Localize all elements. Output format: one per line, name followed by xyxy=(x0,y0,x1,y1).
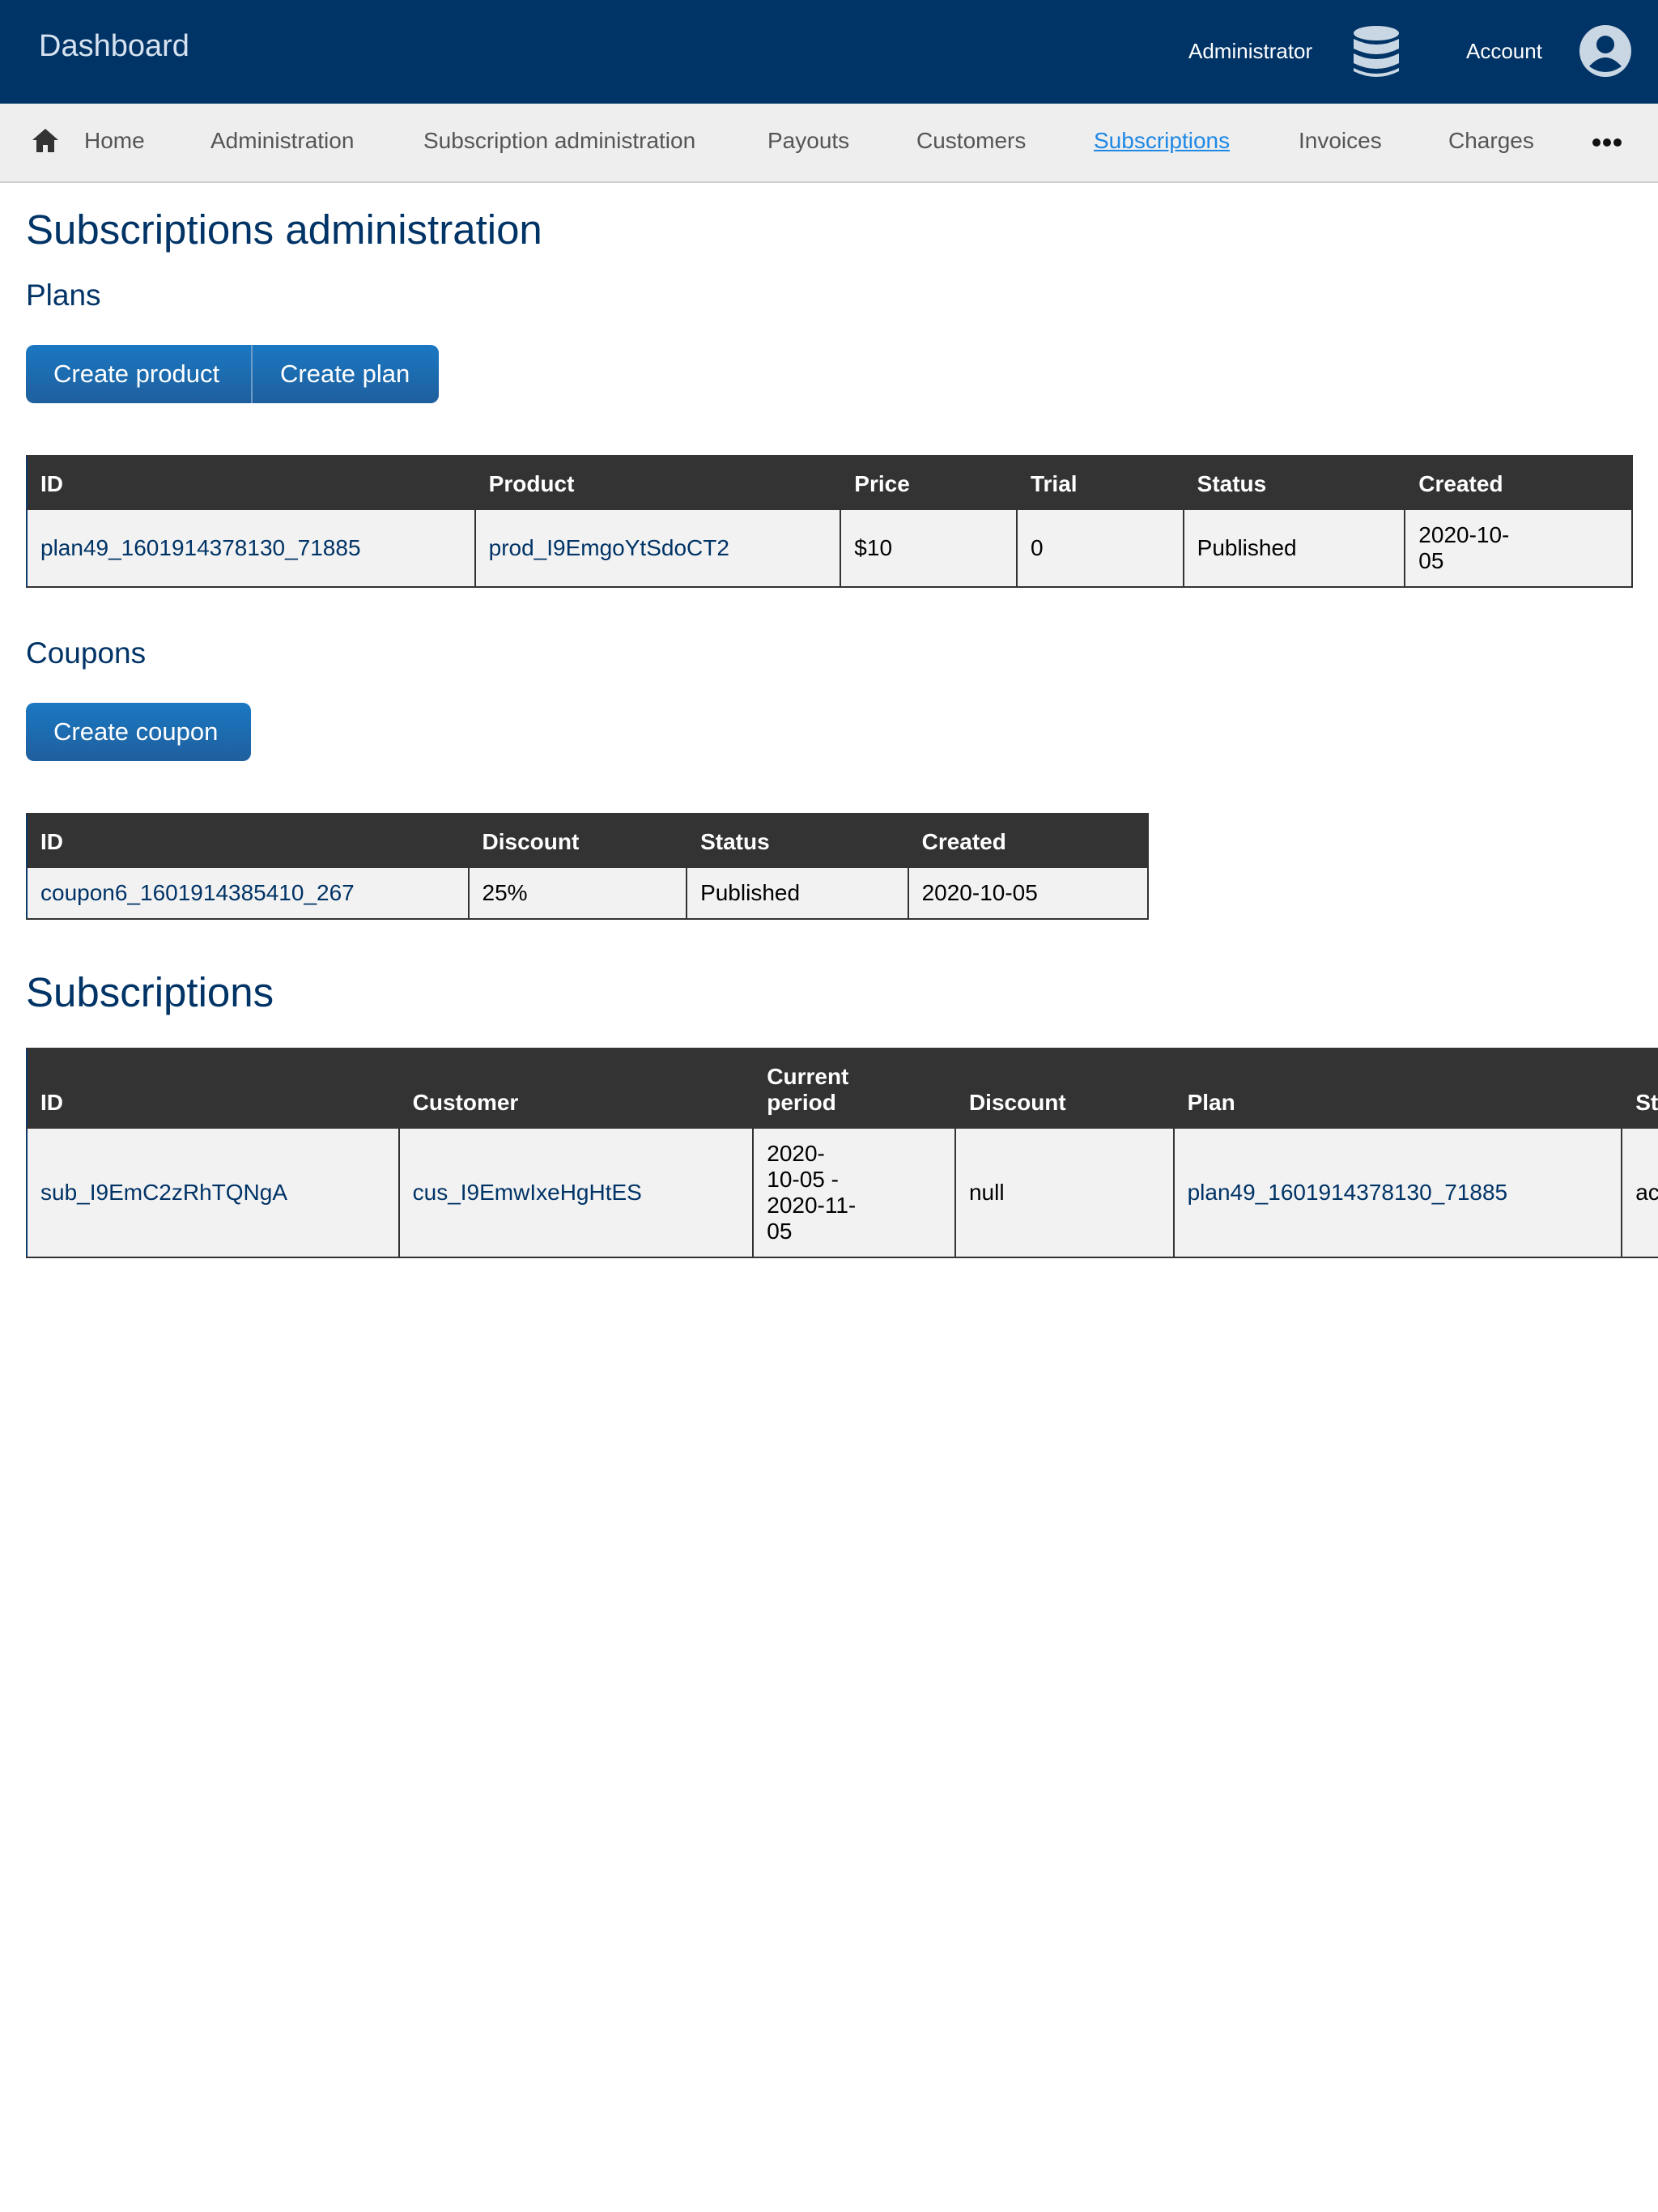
table-row: sub_I9EmC2zRhTQNgA cus_I9EmwIxeHgHtES 20… xyxy=(26,1127,1658,1258)
nav-item-payouts[interactable]: Payouts xyxy=(767,128,849,154)
account-link[interactable]: Account xyxy=(1466,39,1542,64)
nav-item-subscription-administration[interactable]: Subscription administration xyxy=(423,128,695,154)
subscriptions-heading: Subscriptions xyxy=(26,969,274,1015)
column-header[interactable]: Current period xyxy=(752,1048,956,1129)
column-header[interactable]: Status xyxy=(686,813,909,868)
column-header[interactable]: Customer xyxy=(397,1048,755,1129)
plans-heading: Plans xyxy=(26,279,101,312)
plan-status: Published xyxy=(1182,508,1406,588)
nav-item-home[interactable]: Home xyxy=(84,128,145,154)
column-header[interactable]: Created xyxy=(907,813,1150,868)
nav-item-customers[interactable]: Customers xyxy=(916,128,1026,154)
create-plan-button[interactable]: Create plan xyxy=(251,345,439,403)
column-header[interactable]: Price xyxy=(840,455,1018,510)
home-icon[interactable] xyxy=(31,126,60,155)
column-header-text: Current period xyxy=(767,1064,849,1115)
plan-created-text: 2020-10-05 xyxy=(1418,522,1510,573)
column-header[interactable]: ID xyxy=(26,1048,400,1129)
administrator-link[interactable]: Administrator xyxy=(1188,39,1312,64)
column-header[interactable]: Discount xyxy=(467,813,688,868)
plan-trial: 0 xyxy=(1015,508,1184,588)
nav-item-invoices[interactable]: Invoices xyxy=(1299,128,1382,154)
column-header[interactable]: Plan xyxy=(1172,1048,1623,1129)
page-title: Subscriptions administration xyxy=(26,206,542,253)
database-icon[interactable] xyxy=(1350,24,1402,79)
coupon-id-link[interactable]: coupon6_1601914385410_267 xyxy=(40,880,355,905)
create-product-button[interactable]: Create product xyxy=(26,345,251,403)
create-coupon-button[interactable]: Create coupon xyxy=(26,703,251,761)
plan-id-link[interactable]: plan49_1601914378130_71885 xyxy=(40,535,361,560)
table-header-row: ID Product Price Trial Status Created xyxy=(26,455,1633,510)
table-header-row: ID Customer Current period Discount Plan… xyxy=(26,1048,1658,1129)
more-icon[interactable] xyxy=(1592,136,1622,149)
subscription-id-link[interactable]: sub_I9EmC2zRhTQNgA xyxy=(40,1180,287,1205)
current-period-text: 2020-10-05 - 2020-11-05 xyxy=(767,1141,857,1244)
column-header[interactable]: ID xyxy=(26,455,476,510)
nav-item-administration[interactable]: Administration xyxy=(210,128,354,154)
subscriptions-table-viewport: ID Customer Current period Discount Plan… xyxy=(26,1048,1658,1261)
nav-item-subscriptions[interactable]: Subscriptions xyxy=(1094,128,1230,154)
column-header[interactable]: Trial xyxy=(1015,455,1184,510)
plan-created: 2020-10-05 xyxy=(1404,508,1633,588)
top-bar: Dashboard Administrator Account xyxy=(0,0,1658,104)
current-period-cell: 2020-10-05 - 2020-11-05 xyxy=(752,1127,956,1258)
column-header[interactable]: Discount xyxy=(954,1048,1175,1129)
plans-button-group: Create product Create plan xyxy=(26,345,439,403)
customer-id-link[interactable]: cus_I9EmwIxeHgHtES xyxy=(413,1180,642,1205)
column-header[interactable]: St xyxy=(1621,1048,1658,1129)
coupons-heading: Coupons xyxy=(26,636,147,670)
dashboard-brand[interactable]: Dashboard xyxy=(39,29,189,64)
coupons-table: ID Discount Status Created coupon6_16019… xyxy=(26,813,1150,920)
column-header[interactable]: Product xyxy=(474,455,842,510)
main-navigation: Home Administration Subscription adminis… xyxy=(0,104,1658,183)
coupon-discount: 25% xyxy=(467,866,688,920)
table-row: coupon6_1601914385410_267 25% Published … xyxy=(26,866,1150,920)
table-header-row: ID Discount Status Created xyxy=(26,813,1150,868)
plans-table: ID Product Price Trial Status Created pl… xyxy=(26,455,1633,588)
plan-price: $10 xyxy=(840,508,1018,588)
nav-item-charges[interactable]: Charges xyxy=(1448,128,1534,154)
coupon-created: 2020-10-05 xyxy=(907,866,1150,920)
subscription-plan-link[interactable]: plan49_1601914378130_71885 xyxy=(1188,1180,1508,1205)
table-row: plan49_1601914378130_71885 prod_I9EmgoYt… xyxy=(26,508,1633,588)
coupons-button-group: Create coupon xyxy=(26,703,251,761)
subscriptions-table: ID Customer Current period Discount Plan… xyxy=(26,1048,1658,1258)
column-header[interactable]: ID xyxy=(26,813,470,868)
subscription-discount: null xyxy=(954,1127,1175,1258)
product-id-link[interactable]: prod_I9EmgoYtSdoCT2 xyxy=(489,535,729,560)
column-header[interactable]: Created xyxy=(1404,455,1633,510)
coupon-status: Published xyxy=(686,866,909,920)
user-circle-icon[interactable] xyxy=(1579,24,1632,78)
column-header[interactable]: Status xyxy=(1182,455,1406,510)
subscription-status: ac xyxy=(1621,1127,1658,1258)
